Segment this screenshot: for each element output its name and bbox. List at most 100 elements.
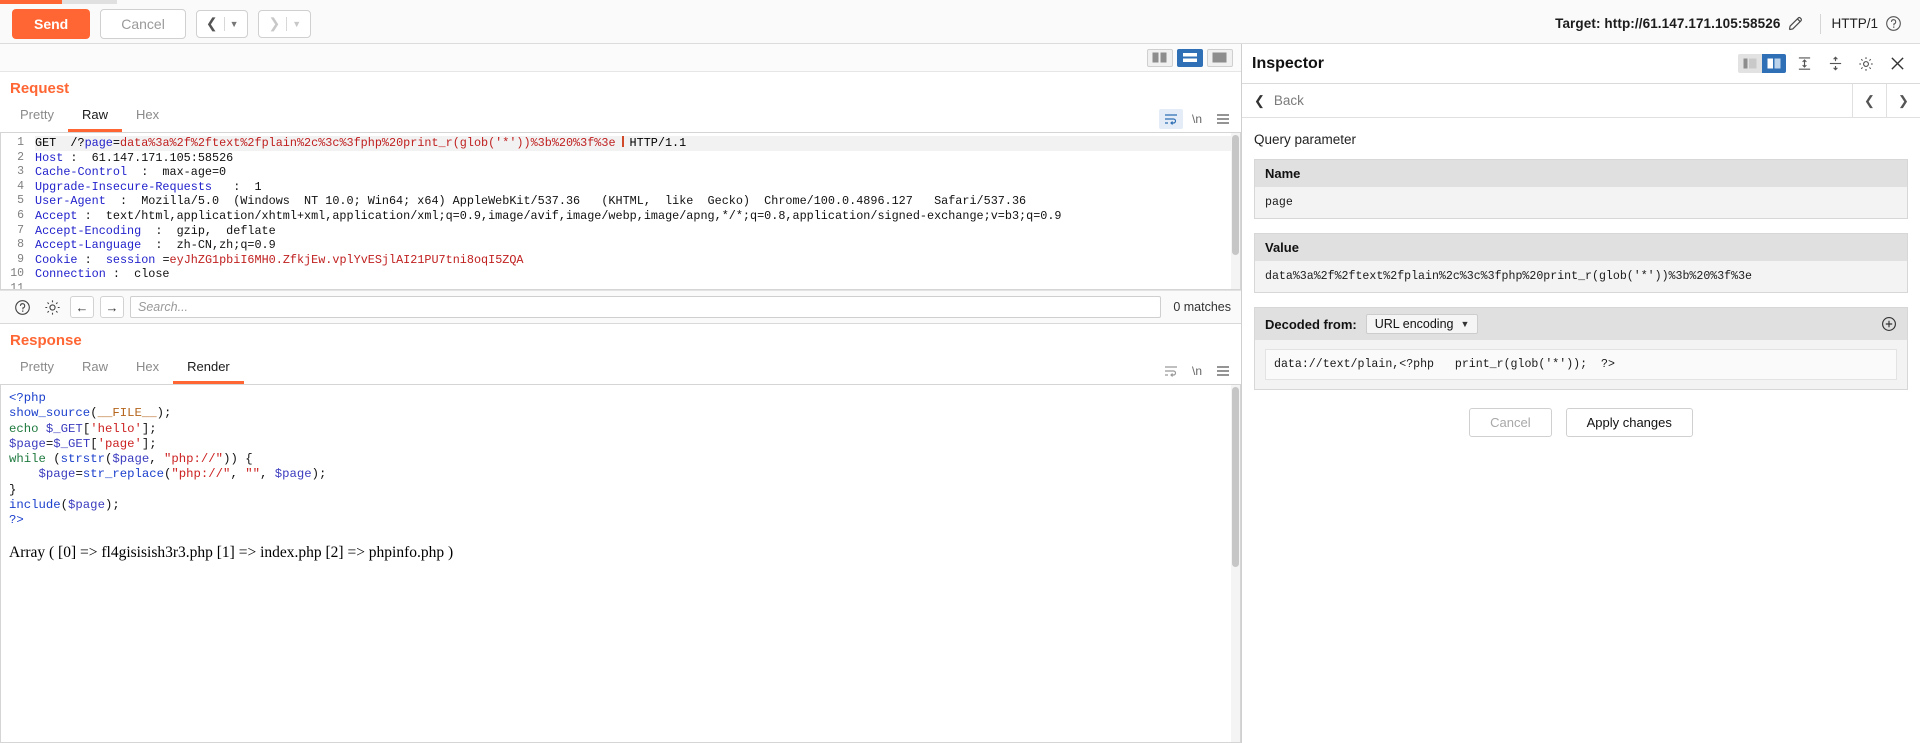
request-tab-icons: \n	[1159, 109, 1235, 132]
close-icon[interactable]	[1884, 52, 1910, 76]
cancel-button[interactable]: Cancel	[100, 8, 186, 39]
inspector-panel: Inspector ❮ Back ❮ ❯ Query parameter Nam…	[1242, 44, 1920, 743]
send-button[interactable]: Send	[12, 8, 91, 39]
request-line-numbers: 1 2 3 4 5 6 7 8 9 10 11	[1, 133, 29, 289]
decoded-block: Decoded from: URL encoding ▼ data://text…	[1254, 307, 1908, 390]
tab-response-raw[interactable]: Raw	[68, 353, 122, 384]
inspector-next-button[interactable]: ❯	[1886, 84, 1920, 117]
decoding-select-value: URL encoding	[1374, 317, 1454, 331]
request-scrollbar[interactable]	[1231, 133, 1240, 289]
pencil-icon[interactable]	[1780, 9, 1810, 39]
chevron-left-icon[interactable]: ❮	[200, 15, 224, 32]
inspector-body: Query parameter Name page Value data%3a%…	[1242, 118, 1920, 743]
back-button[interactable]: ❮ Back	[1242, 84, 1852, 117]
name-field-block: Name page	[1254, 159, 1908, 219]
tab-strip-filler	[117, 0, 1920, 4]
word-wrap-icon[interactable]	[1159, 361, 1183, 381]
tab-request-hex[interactable]: Hex	[122, 101, 173, 132]
response-scrollbar[interactable]	[1231, 385, 1240, 742]
layout-horizontal-split-icon[interactable]	[1177, 48, 1203, 67]
history-back-group[interactable]: ❮ ▼	[195, 9, 249, 38]
response-menu-icon[interactable]	[1211, 361, 1235, 381]
search-next-button[interactable]: →	[100, 296, 124, 318]
tab-response-pretty[interactable]: Pretty	[6, 353, 68, 384]
expand-all-icon[interactable]	[1791, 52, 1817, 76]
decoded-header: Decoded from: URL encoding ▼	[1255, 308, 1907, 340]
decoded-from-label: Decoded from:	[1265, 316, 1357, 332]
decoded-value-wrap: data://text/plain,<?php print_r(glob('*'…	[1255, 340, 1907, 389]
value-field-value[interactable]: data%3a%2f%2ftext%2fplain%2c%3c%3fphp%20…	[1255, 261, 1907, 292]
request-scrollbar-thumb[interactable]	[1232, 135, 1239, 255]
http-version-label[interactable]: HTTP/1	[1831, 16, 1878, 31]
request-search-bar: ← → 0 matches	[0, 290, 1241, 324]
back-label: Back	[1273, 93, 1304, 108]
search-prev-button[interactable]: ←	[70, 296, 94, 318]
history-forward-group[interactable]: ❯ ▼	[258, 9, 312, 38]
response-section: Response Pretty Raw Hex Render \n <?php …	[0, 324, 1241, 743]
inspector-layout-toggle[interactable]	[1738, 54, 1786, 73]
layout-single-pane-icon[interactable]	[1207, 48, 1233, 67]
divider	[1820, 13, 1822, 34]
response-array-output: Array ( [0] => fl4gisisish3r3.php [1] =>…	[9, 543, 454, 561]
decoded-value[interactable]: data://text/plain,<?php print_r(glob('*'…	[1265, 349, 1897, 380]
response-scrollbar-thumb[interactable]	[1232, 387, 1239, 567]
chevron-down-icon: ▼	[1460, 319, 1470, 329]
inspector-cancel-button[interactable]: Cancel	[1469, 408, 1552, 437]
tab-response-render[interactable]: Render	[173, 353, 244, 384]
inspector-title: Inspector	[1252, 54, 1325, 72]
decoding-select[interactable]: URL encoding ▼	[1365, 314, 1479, 334]
apply-changes-button[interactable]: Apply changes	[1565, 408, 1693, 437]
help-icon[interactable]	[1878, 9, 1908, 39]
show-newlines-icon[interactable]: \n	[1185, 109, 1209, 129]
request-tabs: Pretty Raw Hex \n	[0, 101, 1241, 132]
toolbar-right-group: Target: http://61.147.171.105:58526 HTTP…	[1555, 9, 1908, 39]
request-title: Request	[10, 80, 70, 97]
response-php-source: <?php show_source(__FILE__); echo $_GET['h…	[9, 391, 327, 528]
word-wrap-icon[interactable]	[1159, 109, 1183, 129]
tab-response-hex[interactable]: Hex	[122, 353, 173, 384]
query-parameter-label: Query parameter	[1254, 132, 1357, 147]
active-tab-indicator	[0, 0, 62, 4]
target-label: Target: http://61.147.171.105:58526	[1555, 16, 1781, 31]
chevron-down-icon[interactable]: ▼	[287, 19, 307, 29]
plus-circle-icon[interactable]	[1881, 316, 1897, 332]
layout-right-icon[interactable]	[1762, 54, 1786, 73]
value-field-header: Value	[1255, 234, 1907, 261]
request-section: Request Pretty Raw Hex \n 1 2 3 4 5 6 7 …	[0, 72, 1241, 290]
request-menu-icon[interactable]	[1211, 109, 1235, 129]
layout-vertical-split-icon[interactable]	[1147, 48, 1173, 67]
help-icon[interactable]	[10, 295, 34, 319]
inspector-back-bar: ❮ Back ❮ ❯	[1242, 84, 1920, 118]
tab-request-pretty[interactable]: Pretty	[6, 101, 68, 132]
value-field-block: Value data%3a%2f%2ftext%2fplain%2c%3c%3f…	[1254, 233, 1908, 293]
response-tab-icons: \n	[1159, 361, 1235, 384]
tab-strip	[0, 0, 1920, 4]
request-response-pane: Request Pretty Raw Hex \n 1 2 3 4 5 6 7 …	[0, 44, 1242, 743]
inspector-prev-button[interactable]: ❮	[1852, 84, 1886, 117]
request-editor[interactable]: 1 2 3 4 5 6 7 8 9 10 11 GET /?page=data%3a%2f%2fte…	[0, 132, 1241, 290]
main-area: Request Pretty Raw Hex \n 1 2 3 4 5 6 7 …	[0, 44, 1920, 743]
chevron-right-icon[interactable]: ❯	[262, 15, 286, 32]
name-field-header: Name	[1255, 160, 1907, 187]
inactive-tab-indicator	[62, 0, 117, 4]
request-tab-list: Pretty Raw Hex	[6, 101, 173, 132]
chevron-down-icon[interactable]: ▼	[225, 19, 245, 29]
response-tabs: Pretty Raw Hex Render \n	[0, 353, 1241, 384]
collapse-all-icon[interactable]	[1822, 52, 1848, 76]
name-field-value[interactable]: page	[1255, 187, 1907, 218]
inspector-header-icons	[1738, 52, 1910, 76]
gear-icon[interactable]	[1853, 52, 1879, 76]
response-tab-list: Pretty Raw Hex Render	[6, 353, 244, 384]
gear-icon[interactable]	[40, 295, 64, 319]
tab-request-raw[interactable]: Raw	[67, 101, 122, 132]
search-input[interactable]	[130, 296, 1162, 318]
layout-left-icon[interactable]	[1738, 54, 1762, 73]
inspector-actions: Cancel Apply changes	[1254, 390, 1908, 437]
response-render-view[interactable]: <?php show_source(__FILE__); echo $_GET['h…	[0, 384, 1241, 743]
burp-repeater-window: Send Cancel ❮ ▼ ❯ ▼ Target: http://61.14…	[0, 0, 1920, 743]
chevron-left-icon: ❮	[1254, 92, 1265, 108]
search-matches-label: 0 matches	[1173, 300, 1231, 314]
request-code[interactable]: GET /?page=data%3a%2f%2ftext%2fplain%2c%…	[29, 133, 1240, 289]
show-newlines-icon[interactable]: \n	[1185, 361, 1209, 381]
pane-layout-controls	[0, 44, 1241, 72]
